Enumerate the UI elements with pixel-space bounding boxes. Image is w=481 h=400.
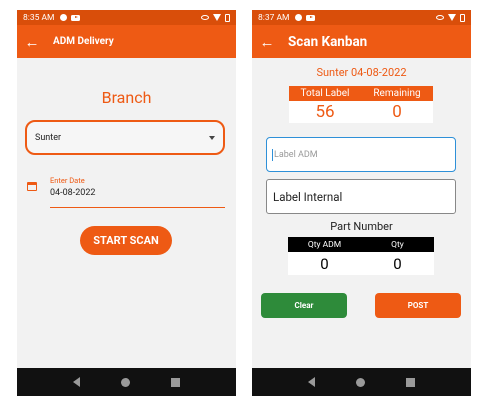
back-arrow-icon[interactable]: ← bbox=[252, 33, 282, 51]
qty-adm-header: Qty ADM bbox=[307, 239, 342, 250]
label-counts-table: Total Label Remaining 56 0 bbox=[289, 86, 433, 123]
battery-icon bbox=[460, 13, 465, 22]
eye-icon bbox=[436, 15, 444, 20]
adm-delivery-screen: 8:35 AM ← ADM Delivery Branch Sunter Ent… bbox=[17, 10, 236, 396]
date-field[interactable]: Enter Date 04-08-2022 bbox=[25, 176, 225, 208]
remaining-value: 0 bbox=[392, 102, 402, 122]
app-bar: ← ADM Delivery bbox=[17, 25, 236, 58]
wifi-icon bbox=[448, 14, 456, 21]
settings-icon bbox=[295, 14, 303, 21]
status-bar: 8:35 AM bbox=[17, 10, 236, 25]
qty-table: Qty ADM Qty 0 0 bbox=[288, 237, 434, 275]
date-field-value[interactable]: 04-08-2022 bbox=[50, 188, 95, 198]
scan-kanban-screen: 8:37 AM ← Scan Kanban Sunter 04-08-2022 … bbox=[252, 10, 471, 396]
branch-select[interactable]: Sunter bbox=[25, 120, 225, 155]
calendar-icon[interactable] bbox=[27, 182, 37, 191]
date-field-label: Enter Date bbox=[50, 176, 85, 185]
android-nav-bar bbox=[17, 368, 236, 396]
label-internal-input[interactable]: Label Internal bbox=[266, 179, 456, 214]
total-label-value: 56 bbox=[315, 102, 335, 122]
nav-home-icon[interactable] bbox=[355, 377, 365, 387]
youtube-icon bbox=[71, 14, 81, 21]
battery-icon bbox=[225, 13, 230, 22]
app-bar: ← Scan Kanban bbox=[252, 25, 471, 58]
nav-back-icon[interactable] bbox=[72, 377, 80, 387]
part-number-label: Part Number bbox=[330, 220, 393, 233]
branch-heading: Branch bbox=[101, 88, 152, 107]
status-bar: 8:37 AM bbox=[252, 10, 471, 25]
back-arrow-icon[interactable]: ← bbox=[17, 33, 47, 51]
text-cursor bbox=[272, 148, 273, 161]
branch-select-value: Sunter bbox=[35, 132, 62, 143]
eye-icon bbox=[201, 15, 209, 20]
android-nav-bar bbox=[252, 368, 471, 396]
date-field-underline bbox=[50, 207, 225, 208]
clear-button[interactable]: Clear bbox=[261, 293, 347, 318]
start-scan-button[interactable]: START SCAN bbox=[80, 226, 172, 255]
total-label-header: Total Label bbox=[300, 88, 350, 99]
branch-date-header: Sunter 04-08-2022 bbox=[316, 66, 407, 79]
nav-recents-icon[interactable] bbox=[406, 377, 416, 387]
dropdown-caret-icon bbox=[209, 135, 215, 140]
nav-home-icon[interactable] bbox=[120, 377, 130, 387]
nav-back-icon[interactable] bbox=[307, 377, 315, 387]
status-time: 8:37 AM bbox=[258, 12, 290, 23]
settings-icon bbox=[60, 14, 68, 21]
post-button[interactable]: POST bbox=[375, 293, 461, 318]
label-adm-input[interactable]: Label ADM bbox=[266, 137, 456, 172]
remaining-header: Remaining bbox=[373, 88, 421, 99]
youtube-icon bbox=[306, 14, 316, 21]
qty-adm-value: 0 bbox=[320, 254, 329, 273]
label-adm-placeholder: Label ADM bbox=[274, 149, 318, 160]
qty-value: 0 bbox=[393, 254, 402, 273]
app-title: ADM Delivery bbox=[53, 36, 114, 47]
nav-recents-icon[interactable] bbox=[171, 377, 181, 387]
app-title: Scan Kanban bbox=[288, 33, 368, 50]
status-time: 8:35 AM bbox=[23, 12, 55, 23]
qty-header: Qty bbox=[391, 239, 404, 250]
wifi-icon bbox=[213, 14, 221, 21]
